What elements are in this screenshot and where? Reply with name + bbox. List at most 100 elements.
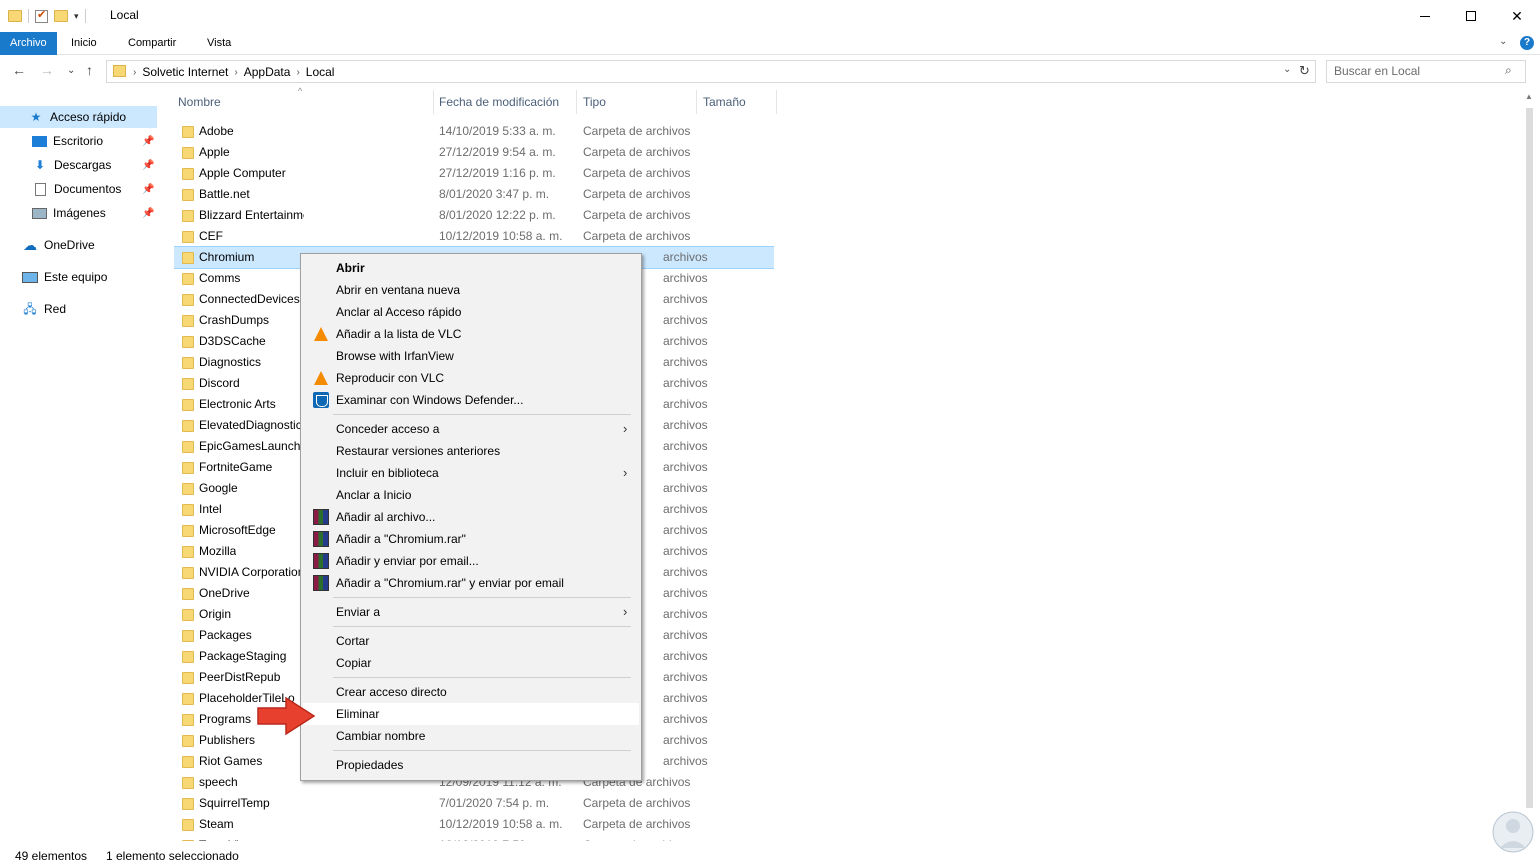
file-row[interactable]: Blizzard Entertainment 8/01/2020 12:22 p.…: [174, 205, 774, 226]
file-row[interactable]: CEF 10/12/2019 10:58 a. m. Carpeta de arch…: [174, 226, 774, 247]
column-divider[interactable]: [433, 90, 434, 114]
column-header-name[interactable]: Nombre: [178, 88, 433, 116]
properties-icon[interactable]: [35, 8, 48, 23]
breadcrumb-item[interactable]: AppData: [244, 65, 291, 79]
close-button[interactable]: ✕: [1494, 0, 1540, 32]
menu-item-label: Browse with IrfanView: [336, 349, 454, 363]
menu-item-anclar-a-inicio[interactable]: Anclar a Inicio: [303, 484, 639, 506]
divider: [28, 9, 29, 23]
close-icon: ✕: [1511, 7, 1523, 24]
file-row[interactable]: Apple 27/12/2019 9:54 a. m. Carpeta de arc…: [174, 142, 774, 163]
file-name: Intel: [199, 502, 222, 516]
logo-watermark: [1492, 811, 1534, 853]
folder-icon: [182, 567, 194, 579]
address-bar[interactable]: › Solvetic Internet › AppData › Local ⌄ …: [106, 60, 1316, 83]
minimize-button[interactable]: [1402, 0, 1448, 32]
up-button[interactable]: ↑: [86, 62, 93, 78]
file-type: archivos: [663, 691, 708, 705]
menu-item-cambiar-nombre[interactable]: Cambiar nombre: [303, 725, 639, 747]
menu-item-anclar-al-acceso-rápido[interactable]: Anclar al Acceso rápido: [303, 301, 639, 323]
file-type: Carpeta de archivos: [583, 817, 691, 831]
menu-item-abrir-en-ventana-nueva[interactable]: Abrir en ventana nueva: [303, 279, 639, 301]
expand-ribbon-icon[interactable]: ⌄: [1499, 36, 1507, 47]
folder-icon: [182, 420, 194, 432]
pin-icon[interactable]: 📌: [142, 136, 154, 147]
search-box[interactable]: ⌕: [1326, 60, 1526, 83]
file-row[interactable]: Steam 10/12/2019 10:58 a. m. Carpeta de ar…: [174, 814, 774, 835]
sidebar-item-documentos[interactable]: Documentos 📌: [0, 178, 157, 200]
menu-item-abrir[interactable]: Abrir: [303, 257, 639, 279]
sidebar-item-descargas[interactable]: ⬇ Descargas 📌: [0, 154, 157, 176]
menu-item-cortar[interactable]: Cortar: [303, 630, 639, 652]
pin-icon[interactable]: 📌: [142, 184, 154, 195]
menu-item-crear-acceso-directo[interactable]: Crear acceso directo: [303, 681, 639, 703]
file-type: archivos: [663, 565, 708, 579]
folder-icon: [182, 357, 194, 369]
tab-archivo[interactable]: Archivo: [0, 32, 57, 55]
refresh-icon[interactable]: ↻: [1299, 63, 1310, 79]
file-date: 27/12/2019 1:16 p. m.: [439, 166, 556, 180]
pictures-icon: [32, 207, 47, 219]
tab-compartir[interactable]: Compartir: [118, 32, 186, 55]
scrollbar-thumb[interactable]: [1526, 108, 1533, 808]
address-history-dropdown[interactable]: ⌄: [1283, 64, 1291, 75]
file-row[interactable]: Adobe 14/10/2019 5:33 a. m. Carpeta de arc…: [174, 121, 774, 142]
search-input[interactable]: [1334, 64, 1494, 78]
column-divider[interactable]: [776, 90, 777, 114]
menu-item-browse-with-irfanview[interactable]: Browse with IrfanView: [303, 345, 639, 367]
pin-icon[interactable]: 📌: [142, 160, 154, 171]
breadcrumb-item[interactable]: Local: [306, 65, 335, 79]
sidebar-item-onedrive[interactable]: ☁ OneDrive: [0, 234, 157, 256]
customize-toolbar-icon[interactable]: ▾: [74, 11, 79, 22]
forward-button[interactable]: →: [40, 62, 54, 78]
file-name: Mozilla: [199, 544, 237, 558]
menu-item-añadir-a-chromium-rar[interactable]: Añadir a "Chromium.rar": [303, 528, 639, 550]
menu-item-añadir-y-enviar-por-email[interactable]: Añadir y enviar por email...: [303, 550, 639, 572]
tab-inicio[interactable]: Inicio: [61, 32, 107, 55]
column-divider[interactable]: [576, 90, 577, 114]
menu-item-añadir-a-la-lista-de-vlc[interactable]: Añadir a la lista de VLC: [303, 323, 639, 345]
menu-item-añadir-a-chromium-rar-y-enviar-por-email[interactable]: Añadir a "Chromium.rar" y enviar por ema…: [303, 572, 639, 594]
menu-item-examinar-con-windows-defender[interactable]: Examinar con Windows Defender...: [303, 389, 639, 411]
file-type: archivos: [663, 607, 708, 621]
tab-vista[interactable]: Vista: [197, 32, 241, 55]
menu-item-eliminar[interactable]: Eliminar: [303, 703, 639, 725]
menu-item-label: Añadir y enviar por email...: [336, 554, 479, 568]
chevron-right-icon[interactable]: ›: [296, 67, 299, 78]
column-header-size[interactable]: Tamaño: [703, 88, 776, 116]
file-row[interactable]: Battle.net 8/01/2020 3:47 p. m. Carpeta de…: [174, 184, 774, 205]
sidebar-item-este-equipo[interactable]: Este equipo: [0, 266, 157, 288]
menu-item-restaurar-versiones-anteriores[interactable]: Restaurar versiones anteriores: [303, 440, 639, 462]
file-row[interactable]: TeamViewer 16/12/2019 7:59 p. m. Carpeta d…: [174, 835, 774, 841]
sidebar-item-imagenes[interactable]: Imágenes 📌: [0, 202, 157, 224]
sidebar-item-quick-access[interactable]: ★ Acceso rápido: [0, 106, 157, 128]
breadcrumb-item[interactable]: Solvetic Internet: [142, 65, 228, 79]
sidebar-item-red[interactable]: 🖧 Red: [0, 298, 157, 320]
sidebar-item-label: Documentos: [54, 182, 122, 196]
pin-icon[interactable]: 📌: [142, 208, 154, 219]
menu-item-copiar[interactable]: Copiar: [303, 652, 639, 674]
menu-separator: [333, 750, 631, 751]
column-header-date[interactable]: Fecha de modificación: [439, 88, 576, 116]
file-row[interactable]: Apple Computer 27/12/2019 1:16 p. m. Carpe…: [174, 163, 774, 184]
file-row[interactable]: SquirrelTemp 7/01/2020 7:54 p. m. Carpeta …: [174, 793, 774, 814]
back-button[interactable]: ←: [12, 62, 26, 78]
menu-item-reproducir-con-vlc[interactable]: Reproducir con VLC: [303, 367, 639, 389]
vertical-scrollbar[interactable]: ▲ ▼: [1521, 88, 1538, 840]
maximize-button[interactable]: [1448, 0, 1494, 32]
chevron-right-icon[interactable]: ›: [133, 67, 136, 78]
menu-item-incluir-en-biblioteca[interactable]: Incluir en biblioteca ›: [303, 462, 639, 484]
column-header-type[interactable]: Tipo: [583, 88, 696, 116]
menu-item-propiedades[interactable]: Propiedades: [303, 754, 639, 776]
chevron-right-icon[interactable]: ›: [234, 67, 237, 78]
help-icon[interactable]: ?: [1520, 36, 1534, 50]
new-folder-icon[interactable]: [54, 10, 68, 22]
column-divider[interactable]: [696, 90, 697, 114]
title-bar: ▾ Local ✕: [0, 0, 1540, 32]
menu-item-enviar-a[interactable]: Enviar a ›: [303, 601, 639, 623]
menu-item-añadir-al-archivo[interactable]: Añadir al archivo...: [303, 506, 639, 528]
menu-item-conceder-acceso-a[interactable]: Conceder acceso a ›: [303, 418, 639, 440]
sidebar-item-escritorio[interactable]: Escritorio 📌: [0, 130, 157, 152]
scroll-up-icon[interactable]: ▲: [1525, 92, 1533, 101]
recent-locations-button[interactable]: ⌄: [67, 65, 75, 76]
